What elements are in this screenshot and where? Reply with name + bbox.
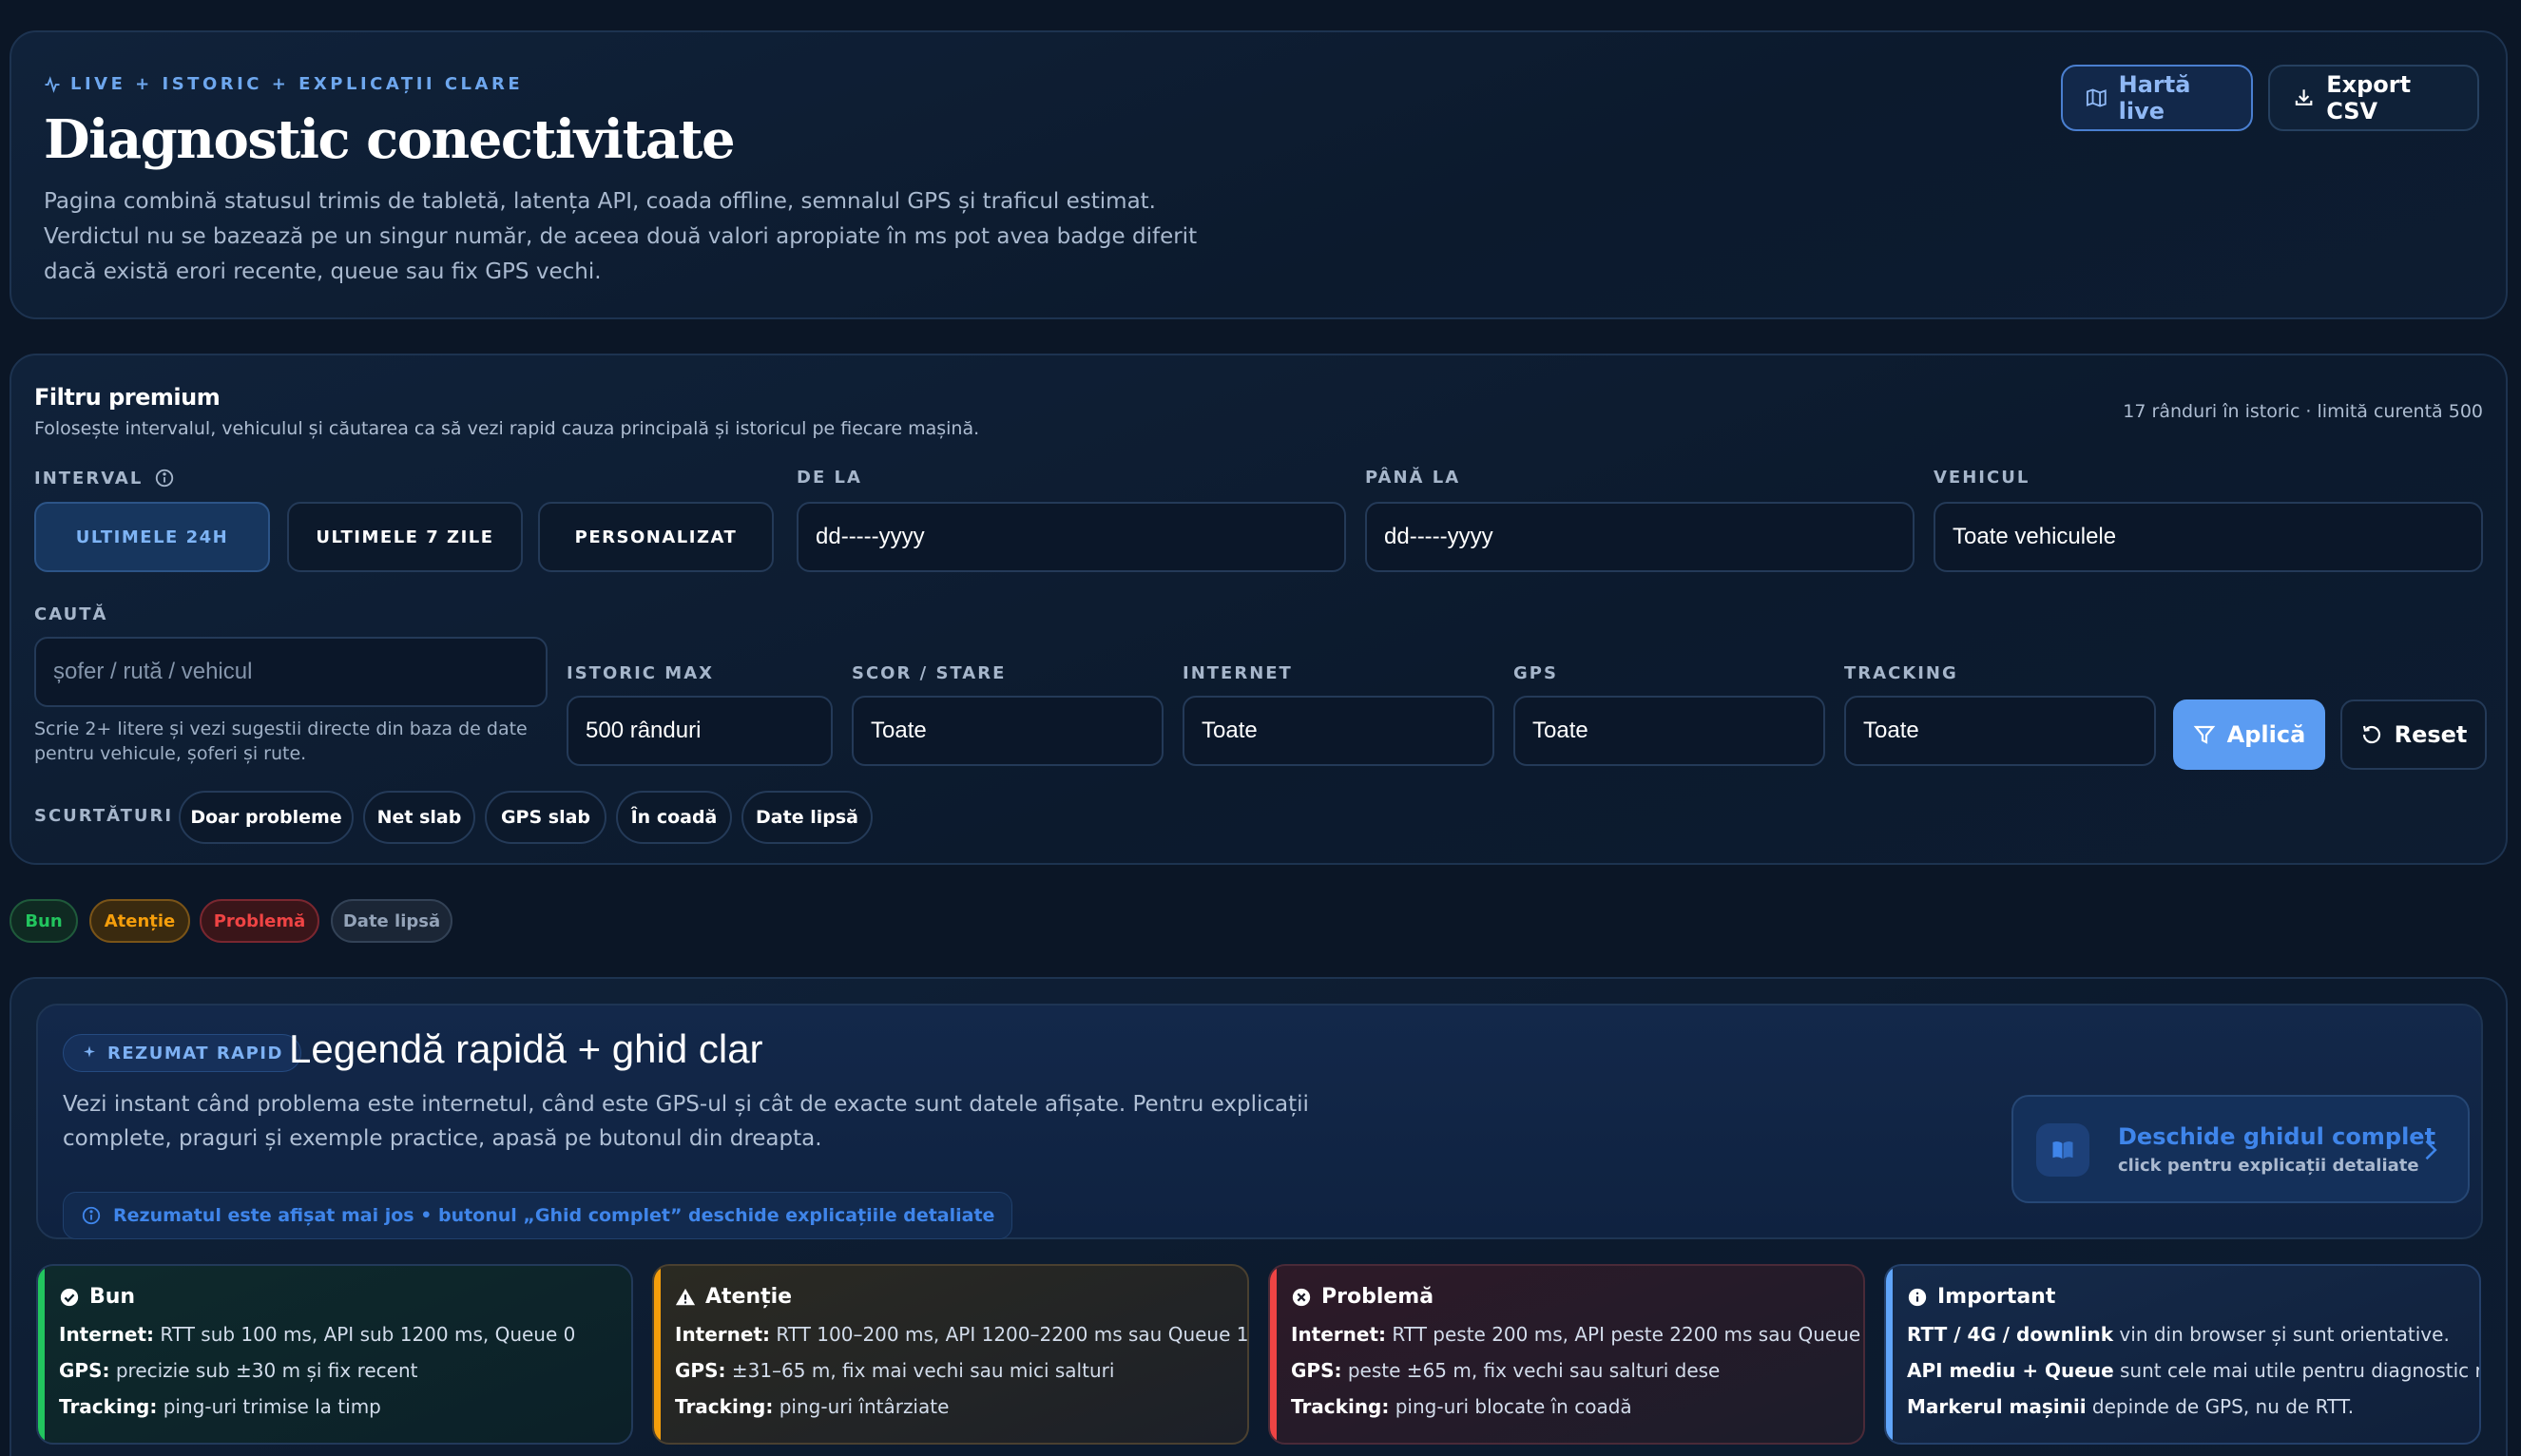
- card-line: Internet: RTT sub 100 ms, API sub 1200 m…: [59, 1323, 576, 1346]
- open-guide-button[interactable]: Deschide ghidul complet click pentru exp…: [2011, 1095, 2470, 1203]
- legend-card-good: Bun Internet: RTT sub 100 ms, API sub 12…: [36, 1264, 633, 1445]
- score-label: SCOR / STARE: [852, 663, 1007, 683]
- card-line: Internet: RTT 100–200 ms, API 1200–2200 …: [675, 1323, 1249, 1346]
- sparkle-icon: [84, 1045, 95, 1058]
- filter-icon: [2193, 725, 2216, 744]
- score-select[interactable]: Toate: [852, 696, 1164, 766]
- info-icon: [82, 1206, 101, 1225]
- card-line: RTT / 4G / downlink vin din browser și s…: [1907, 1323, 2450, 1346]
- status-pill-good[interactable]: Bun: [10, 899, 78, 943]
- page-title: Diagnostic conectivitate: [44, 108, 736, 171]
- apply-button[interactable]: Aplică: [2173, 699, 2325, 770]
- live-map-button[interactable]: Hartă live: [2061, 65, 2253, 131]
- shortcuts-label: SCURTĂTURI: [34, 806, 174, 826]
- segment-custom[interactable]: PERSONALIZAT: [538, 502, 774, 572]
- card-line: Markerul mașinii depinde de GPS, nu de R…: [1907, 1395, 2355, 1418]
- info-circle-icon: [1908, 1288, 1927, 1306]
- segment-24h[interactable]: ULTIMELE 24H: [34, 502, 270, 572]
- summary-tag: REZUMAT RAPID: [63, 1034, 301, 1072]
- card-line: Tracking: ping-uri trimise la timp: [59, 1395, 381, 1418]
- to-label: PÂNĂ LA: [1365, 468, 1461, 488]
- filter-subtitle: Folosește intervalul, vehiculul și căuta…: [34, 418, 980, 439]
- legend-title: Legendă rapidă + ghid clar: [289, 1026, 763, 1071]
- vehicle-select[interactable]: Toate vehiculele: [1934, 502, 2483, 572]
- gps-label: GPS: [1513, 663, 1558, 683]
- shortcut-queue[interactable]: În coadă: [616, 791, 732, 844]
- header-eyebrow: LIVE + ISTORIC + EXPLICAȚII CLARE: [44, 74, 523, 94]
- card-line: Tracking: ping-uri întârziate: [675, 1395, 950, 1418]
- search-label: CAUTĂ: [34, 604, 108, 624]
- card-line: GPS: peste ±65 m, fix vechi sau salturi …: [1291, 1359, 1721, 1382]
- card-line: GPS: ±31–65 m, fix mai vechi sau mici sa…: [675, 1359, 1115, 1382]
- shortcut-weak-gps[interactable]: GPS slab: [485, 791, 606, 844]
- card-line: API mediu + Queue sunt cele mai utile pe…: [1907, 1359, 2481, 1382]
- history-count: 17 rânduri în istoric · limită curentă 5…: [2123, 401, 2483, 422]
- card-line: GPS: precizie sub ±30 m și fix recent: [59, 1359, 418, 1382]
- warning-triangle-icon: [675, 1288, 696, 1305]
- legend-description: Vezi instant când problema este internet…: [63, 1092, 1309, 1151]
- check-circle-icon: [60, 1288, 79, 1306]
- activity-icon: [45, 75, 60, 93]
- search-input[interactable]: șofer / rută / vehicul: [34, 637, 548, 707]
- vehicle-label: VEHICUL: [1934, 468, 2030, 488]
- shortcut-missing-data[interactable]: Date lipsă: [741, 791, 873, 844]
- status-pill-missing[interactable]: Date lipsă: [331, 899, 452, 943]
- interval-label: INTERVAL: [34, 468, 175, 489]
- shortcut-weak-net[interactable]: Net slab: [363, 791, 475, 844]
- status-pill-warning[interactable]: Atenție: [89, 899, 190, 943]
- reset-button[interactable]: Reset: [2340, 699, 2487, 770]
- from-date-input[interactable]: dd-----yyyy: [797, 502, 1346, 572]
- tracking-label: TRACKING: [1844, 663, 1958, 683]
- gps-select[interactable]: Toate: [1513, 696, 1825, 766]
- shortcut-problems[interactable]: Doar probleme: [179, 791, 354, 844]
- export-csv-button[interactable]: Export CSV: [2268, 65, 2479, 131]
- x-circle-icon: [1292, 1288, 1311, 1306]
- info-icon[interactable]: [154, 468, 175, 489]
- filter-title: Filtru premium: [34, 384, 221, 411]
- legend-note: Rezumatul este afișat mai jos • butonul …: [63, 1192, 1013, 1239]
- legend-card-problem: Problemă Internet: RTT peste 200 ms, API…: [1268, 1264, 1865, 1445]
- card-line: Tracking: ping-uri blocate în coadă: [1291, 1395, 1632, 1418]
- guide-title: Deschide ghidul complet: [2118, 1123, 2436, 1150]
- history-select[interactable]: 500 rânduri: [567, 696, 833, 766]
- card-line: Internet: RTT peste 200 ms, API peste 22…: [1291, 1323, 1865, 1346]
- guide-subtitle: click pentru explicații detaliate: [2118, 1156, 2419, 1176]
- legend-panel: REZUMAT RAPID Legendă rapidă + ghid clar…: [10, 977, 2508, 1456]
- reset-icon: [2362, 725, 2380, 744]
- from-label: DE LA: [797, 468, 862, 488]
- download-icon: [2295, 89, 2313, 105]
- internet-select[interactable]: Toate: [1183, 696, 1494, 766]
- chevron-right-icon: [2425, 1140, 2437, 1160]
- legend-summary: REZUMAT RAPID Legendă rapidă + ghid clar…: [36, 1004, 2483, 1239]
- legend-card-warning: Atenție Internet: RTT 100–200 ms, API 12…: [652, 1264, 1249, 1445]
- header-panel: LIVE + ISTORIC + EXPLICAȚII CLARE Diagno…: [10, 30, 2508, 319]
- status-pill-problem[interactable]: Problemă: [200, 899, 319, 943]
- filter-panel: Filtru premium Folosește intervalul, veh…: [10, 354, 2508, 865]
- tracking-select[interactable]: Toate: [1844, 696, 2156, 766]
- page-description: Pagina combină statusul trimis de tablet…: [44, 189, 1198, 284]
- segment-7-days[interactable]: ULTIMELE 7 ZILE: [287, 502, 523, 572]
- search-hint: Scrie 2+ litere și vezi sugestii directe…: [34, 718, 528, 764]
- history-label: ISTORIC MAX: [567, 663, 714, 683]
- to-date-input[interactable]: dd-----yyyy: [1365, 502, 1915, 572]
- legend-card-important: Important RTT / 4G / downlink vin din br…: [1884, 1264, 2481, 1445]
- internet-label: INTERNET: [1183, 663, 1293, 683]
- map-icon: [2086, 88, 2107, 107]
- book-icon: [2036, 1123, 2089, 1177]
